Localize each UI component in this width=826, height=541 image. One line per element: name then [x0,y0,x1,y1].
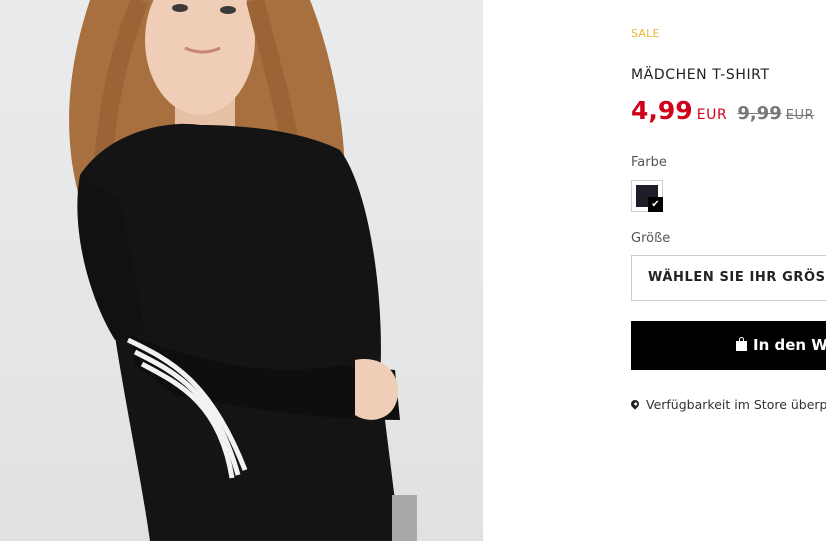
size-label: Größe [631,231,671,246]
product-title: MÄDCHEN T-SHIRT [631,67,770,83]
store-availability-label: Verfügbarkeit im Store überprüfen [646,397,826,412]
store-availability-link[interactable]: Verfügbarkeit im Store überprüfen [629,397,826,412]
current-price-currency: EUR [696,107,728,123]
shopping-bag-icon [736,337,747,351]
product-info-panel: SALE MÄDCHEN T-SHIRT 4,99 EUR 9,99 EUR Farb… [629,0,826,541]
product-page: SALE MÄDCHEN T-SHIRT 4,99 EUR 9,99 EUR Farb… [0,0,826,541]
product-photo-illustration [69,0,417,541]
size-select[interactable]: WÄHLEN SIE IHR GRÖSSE [631,255,826,301]
size-select-text: WÄHLEN SIE IHR GRÖSSE [648,270,826,285]
price-row: 4,99 EUR 9,99 EUR [631,96,814,125]
product-photo [0,0,483,541]
current-price: 4,99 [631,96,693,125]
cart-button-content: In den Warenkorb [736,336,826,354]
check-icon: ✔ [648,197,663,212]
sale-badge: SALE [631,27,660,40]
add-to-cart-button[interactable]: In den Warenkorb [631,321,826,370]
cart-button-label: In den Warenkorb [753,336,826,354]
old-price: 9,99 [737,103,782,124]
map-pin-icon [629,398,641,410]
color-label: Farbe [631,155,667,170]
old-price-currency: EUR [785,108,815,123]
color-swatch-black[interactable]: ✔ [631,180,663,212]
